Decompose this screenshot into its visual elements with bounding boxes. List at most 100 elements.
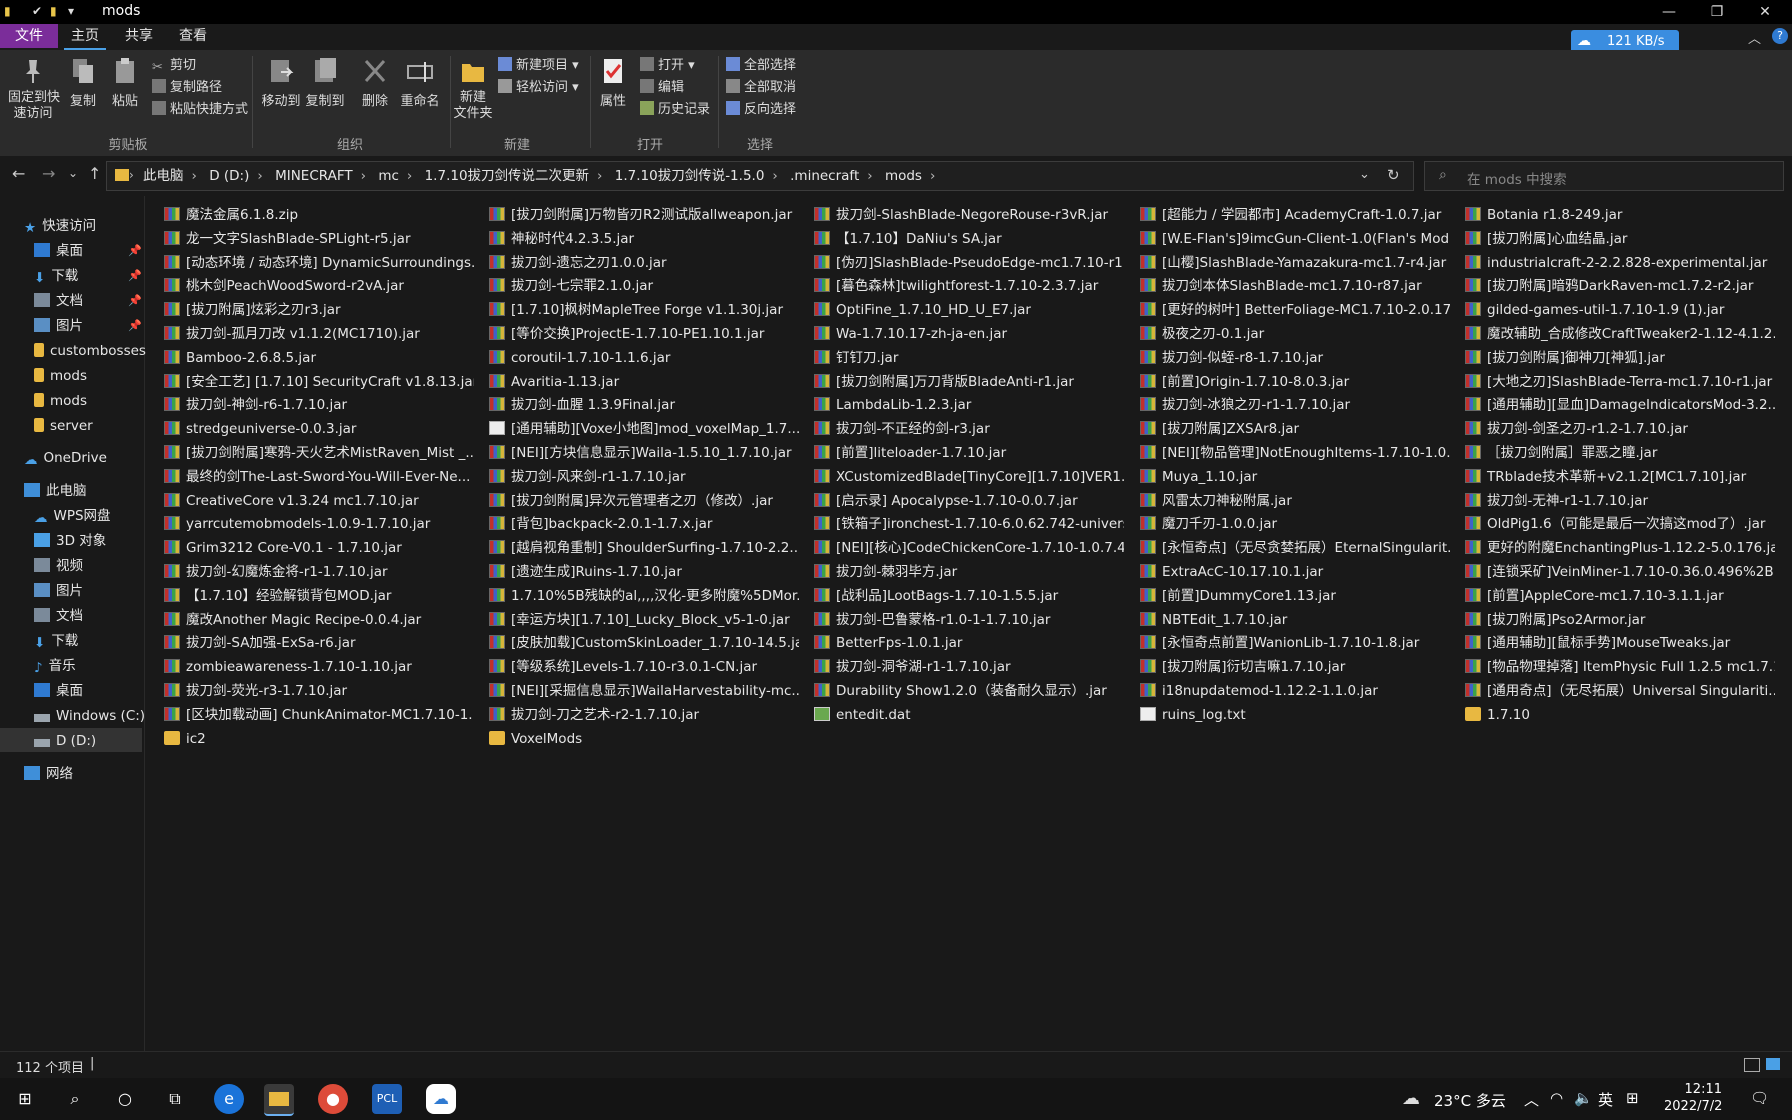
windows-start-icon[interactable]: ⊞ xyxy=(10,1084,40,1114)
folder-item[interactable]: 1.7.10 xyxy=(1465,703,1775,727)
new-folder-quick-icon[interactable]: ▮ xyxy=(50,4,57,18)
file-item[interactable]: [拔刀剑附属]寒鸦-天火艺术MistRaven_Mist _... xyxy=(164,441,474,465)
new-folder-button[interactable]: 新建 文件夹 xyxy=(452,56,494,122)
tab-file[interactable]: 文件 xyxy=(0,24,58,48)
file-item[interactable]: 魔改Another Magic Recipe-0.0.4.jar xyxy=(164,608,474,632)
file-item[interactable]: 魔改辅助_合成修改CraftTweaker2-1.12-4.1.2.... xyxy=(1465,322,1775,346)
file-item[interactable]: 拔刀剑-七宗罪2.1.0.jar xyxy=(489,274,799,298)
file-item[interactable]: 风雷太刀神秘附属.jar xyxy=(1140,489,1450,513)
file-item[interactable]: [大地之刃]SlashBlade-Terra-mc1.7.10-r1.jar xyxy=(1465,370,1775,394)
tab-home[interactable]: 主页 xyxy=(64,24,106,50)
file-item[interactable]: Avaritia-1.13.jar xyxy=(489,370,799,394)
file-item[interactable]: entedit.dat xyxy=(814,703,1124,727)
file-item[interactable]: [伪刃]SlashBlade-PseudoEdge-mc1.7.10-r1... xyxy=(814,251,1124,275)
edge-icon[interactable]: e xyxy=(214,1084,244,1114)
file-item[interactable]: 拔刀剑-幻魔炼金将-r1-1.7.10.jar xyxy=(164,560,474,584)
file-item[interactable]: [前置]Origin-1.7.10-8.0.3.jar xyxy=(1140,370,1450,394)
nav-downloads[interactable]: ⬇ 下载 xyxy=(34,264,78,288)
search-input[interactable]: ⌕ 在 mods 中搜索 xyxy=(1424,161,1784,191)
file-item[interactable]: [NEI][核心]CodeChickenCore-1.7.10-1.0.7.4.… xyxy=(814,536,1124,560)
file-item[interactable]: [NEI][采掘信息显示]WailaHarvestability-mc... xyxy=(489,679,799,703)
file-item[interactable]: i18nupdatemod-1.12.2-1.1.0.jar xyxy=(1140,679,1450,703)
close-button[interactable]: ✕ xyxy=(1742,0,1788,24)
ime-mode-icon[interactable]: ⊞ xyxy=(1626,1089,1639,1107)
pcl-launcher-icon[interactable]: PCL xyxy=(372,1084,402,1114)
weather-text[interactable]: 23°C 多云 xyxy=(1434,1090,1506,1111)
breadcrumb-item[interactable]: MINECRAFT xyxy=(275,168,353,184)
nav-drive-c[interactable]: Windows (C:) xyxy=(34,704,145,728)
back-icon[interactable]: ← xyxy=(12,164,25,183)
file-item[interactable]: [前置]DummyCore1.13.jar xyxy=(1140,584,1450,608)
file-item[interactable]: [遗迹生成]Ruins-1.7.10.jar xyxy=(489,560,799,584)
chevron-right-icon[interactable]: › xyxy=(597,168,602,184)
pin-icon[interactable]: 📌 xyxy=(128,269,142,282)
chevron-right-icon[interactable]: › xyxy=(867,168,872,184)
select-none-button[interactable]: 全部取消 xyxy=(726,78,796,98)
file-item[interactable]: [铁箱子]ironchest-1.7.10-6.0.62.742-univers… xyxy=(814,512,1124,536)
file-item[interactable]: BetterFps-1.0.1.jar xyxy=(814,631,1124,655)
file-item[interactable]: [通用辅助][显血]DamageIndicatorsMod-3.2.... xyxy=(1465,393,1775,417)
help-icon[interactable]: ? xyxy=(1772,28,1788,44)
rename-button[interactable]: 重命名 xyxy=(398,56,442,109)
nav-mods[interactable]: mods xyxy=(34,364,87,388)
file-item[interactable]: 钉钉刀.jar xyxy=(814,346,1124,370)
nav-desktop[interactable]: 桌面 xyxy=(34,239,83,263)
file-item[interactable]: [通用奇点]（无尽拓展）Universal Singulariti... xyxy=(1465,679,1775,703)
file-item[interactable]: stredgeuniverse-0.0.3.jar xyxy=(164,417,474,441)
breadcrumb-item[interactable]: D (D:) xyxy=(209,168,249,184)
file-item[interactable]: [安全工艺] [1.7.10] SecurityCraft v1.8.13.ja… xyxy=(164,370,474,394)
file-item[interactable]: 拔刀剑-巴鲁蒙格-r1.0-1-1.7.10.jar xyxy=(814,608,1124,632)
nav-documents[interactable]: 文档 xyxy=(34,289,83,313)
pin-quick-access-button[interactable]: 固定到快 速访问 xyxy=(8,56,60,122)
new-item-button[interactable]: 新建项目 ▾ xyxy=(498,56,579,76)
file-item[interactable]: [拔刀剑附属]万物皆刃R2测试版allweapon.jar xyxy=(489,203,799,227)
file-item[interactable]: [幸运方块][1.7.10]_Lucky_Block_v5-1-0.jar xyxy=(489,608,799,632)
file-item[interactable]: industrialcraft-2-2.2.828-experimental.j… xyxy=(1465,251,1775,275)
folder-item[interactable]: ic2 xyxy=(164,727,474,751)
file-item[interactable]: [连锁采矿]VeinMiner-1.7.10-0.36.0.496%2B... xyxy=(1465,560,1775,584)
file-item[interactable]: LambdaLib-1.2.3.jar xyxy=(814,393,1124,417)
task-view-icon[interactable]: ⧉ xyxy=(160,1084,190,1114)
ime-indicator[interactable]: 英 xyxy=(1598,1089,1613,1110)
pin-icon[interactable]: 📌 xyxy=(128,294,142,307)
nav-server[interactable]: server xyxy=(34,414,93,438)
chrome-icon[interactable]: ● xyxy=(318,1084,348,1114)
file-item[interactable]: Botania r1.8-249.jar xyxy=(1465,203,1775,227)
chevron-up-icon[interactable]: ︿ xyxy=(1524,1089,1539,1110)
file-item[interactable]: [超能力 / 学园都市] AcademyCraft-1.0.7.jar xyxy=(1140,203,1450,227)
file-item[interactable]: [永恒奇点]（无尽贪婪拓展）EternalSingularit... xyxy=(1140,536,1450,560)
file-item[interactable]: NBTEdit_1.7.10.jar xyxy=(1140,608,1450,632)
notifications-icon[interactable]: 🗨 xyxy=(1750,1089,1769,1107)
file-item[interactable]: 拔刀剑-风来剑-r1-1.7.10.jar xyxy=(489,465,799,489)
file-item[interactable]: [通用辅助][Voxe小地图]mod_voxelMap_1.7.... xyxy=(489,417,799,441)
refresh-icon[interactable]: ↻ xyxy=(1387,166,1400,184)
file-item[interactable]: [拔刀附属]心血结晶.jar xyxy=(1465,227,1775,251)
nav-downloads[interactable]: ⬇ 下载 xyxy=(34,629,78,653)
file-item[interactable]: gilded-games-util-1.7.10-1.9 (1).jar xyxy=(1465,298,1775,322)
breadcrumb-item[interactable]: 1.7.10拔刀剑传说二次更新 xyxy=(425,168,589,184)
file-item[interactable]: Durability Show1.2.0（装备耐久显示）.jar xyxy=(814,679,1124,703)
breadcrumb-item[interactable]: mods xyxy=(885,168,922,184)
chevron-right-icon[interactable]: › xyxy=(192,168,197,184)
file-item[interactable]: coroutil-1.7.10-1.1.6.jar xyxy=(489,346,799,370)
chevron-right-icon[interactable]: › xyxy=(772,168,777,184)
file-item[interactable]: [前置]AppleCore-mc1.7.10-3.1.1.jar xyxy=(1465,584,1775,608)
file-item[interactable]: 拔刀剑-棘羽毕方.jar xyxy=(814,560,1124,584)
nav-onedrive[interactable]: ☁ OneDrive xyxy=(24,446,107,470)
file-item[interactable]: [前置]liteloader-1.7.10.jar xyxy=(814,441,1124,465)
tab-share[interactable]: 共享 xyxy=(118,24,160,48)
nav-this-pc[interactable]: 此电脑 xyxy=(24,479,87,503)
file-item[interactable]: 拔刀剑本体SlashBlade-mc1.7.10-r87.jar xyxy=(1140,274,1450,298)
nav-custombosses[interactable]: custombosses xyxy=(34,339,146,363)
file-item[interactable]: Muya_1.10.jar xyxy=(1140,465,1450,489)
file-item[interactable]: 极夜之刃-0.1.jar xyxy=(1140,322,1450,346)
file-item[interactable]: CreativeCore v1.3.24 mc1.7.10.jar xyxy=(164,489,474,513)
breadcrumb-item[interactable]: .minecraft xyxy=(790,168,859,184)
file-item[interactable]: [拔刀附属]Pso2Armor.jar xyxy=(1465,608,1775,632)
maximize-button[interactable]: ❐ xyxy=(1694,0,1740,24)
file-item[interactable]: [区块加载动画] ChunkAnimator-MC1.7.10-1... xyxy=(164,703,474,727)
folder-item[interactable]: VoxelMods xyxy=(489,727,799,751)
file-item[interactable]: 拔刀剑-荧光-r3-1.7.10.jar xyxy=(164,679,474,703)
file-item[interactable]: [NEI][方块信息显示]Waila-1.5.10_1.7.10.jar xyxy=(489,441,799,465)
chevron-right-icon[interactable]: › xyxy=(407,168,412,184)
